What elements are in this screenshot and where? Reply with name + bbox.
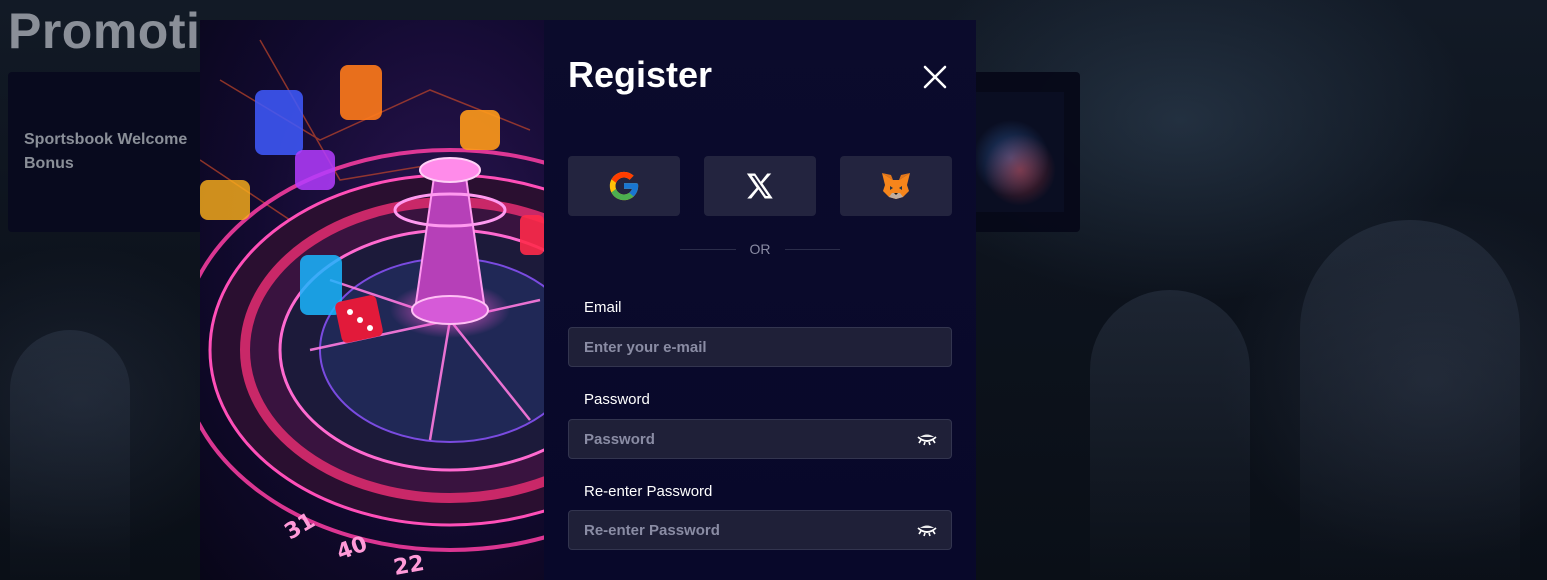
promo-thumbnail-image xyxy=(976,92,1064,212)
register-modal-artwork: 31 40 22 xyxy=(200,20,544,580)
email-field[interactable] xyxy=(584,328,904,366)
svg-text:31: 31 xyxy=(281,508,320,545)
google-icon xyxy=(609,171,639,201)
register-modal: Register OR Email Enter your e-mail Pass… xyxy=(544,20,976,580)
close-button[interactable] xyxy=(922,64,948,90)
x-icon xyxy=(746,173,773,199)
google-login-button[interactable] xyxy=(568,156,680,216)
eye-closed-icon[interactable] xyxy=(917,433,937,447)
eye-closed-icon[interactable] xyxy=(917,524,937,538)
confirm-password-field[interactable] xyxy=(584,511,904,549)
background-arch-far-right xyxy=(1300,220,1520,580)
svg-text:22: 22 xyxy=(392,551,427,580)
confirm-password-field-box xyxy=(568,510,952,550)
svg-text:40: 40 xyxy=(334,532,371,566)
email-label: Email xyxy=(584,299,622,316)
background-arch-right xyxy=(1090,290,1250,580)
promo-card-sportsbook[interactable]: Sportsbook Welcome Bonus xyxy=(8,72,208,232)
confirm-password-label: Re-enter Password xyxy=(584,483,713,500)
close-icon xyxy=(923,65,947,89)
x-login-button[interactable] xyxy=(704,156,816,216)
password-field[interactable] xyxy=(584,420,904,458)
password-field-box xyxy=(568,419,952,459)
promo-card-casino[interactable] xyxy=(970,72,1080,232)
password-label: Password xyxy=(584,391,650,408)
or-text: OR xyxy=(749,241,771,257)
promo-card-label: Sportsbook Welcome Bonus xyxy=(24,131,188,172)
or-divider: OR xyxy=(680,240,840,258)
email-field-box xyxy=(568,327,952,367)
background-arch-left xyxy=(10,330,130,580)
modal-title: Register xyxy=(568,54,713,95)
metamask-fox-icon xyxy=(882,173,910,199)
metamask-login-button[interactable] xyxy=(840,156,952,216)
roulette-illustration: 31 40 22 xyxy=(200,39,544,580)
divider-line-left xyxy=(680,248,736,250)
divider-line-right xyxy=(784,248,840,250)
